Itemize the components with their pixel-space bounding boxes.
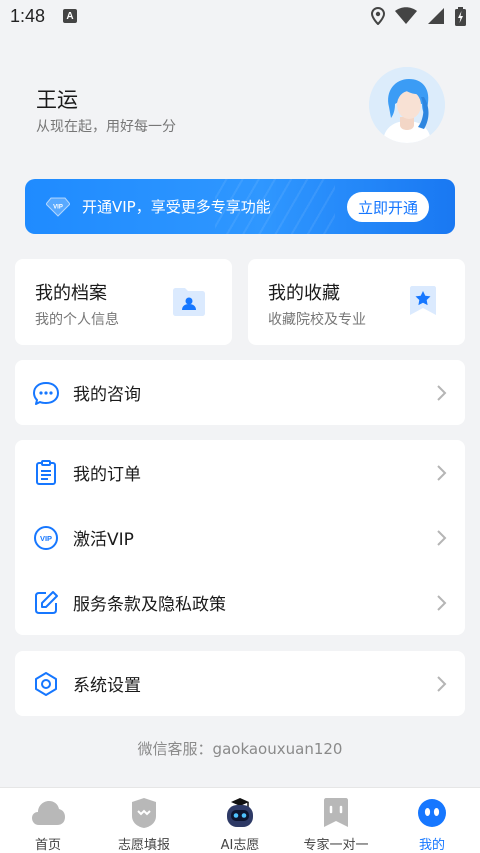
wifi-icon bbox=[395, 7, 417, 24]
settings-card: 系统设置 bbox=[15, 651, 465, 716]
my-favorites-card[interactable]: 我的收藏 收藏院校及专业 bbox=[248, 259, 465, 345]
vip-icon-text: VIP bbox=[40, 534, 52, 543]
menu-item-settings[interactable]: 系统设置 bbox=[15, 651, 465, 716]
tab-ai-label: AI志愿 bbox=[220, 838, 260, 853]
consult-card: 我的咨询 bbox=[15, 360, 465, 425]
location-icon bbox=[371, 7, 385, 25]
star-bookmark-icon bbox=[410, 286, 436, 315]
vip-diamond-text: VIP bbox=[53, 204, 63, 210]
settings-label: 系统设置 bbox=[73, 676, 141, 696]
tab-home-label: 首页 bbox=[34, 838, 61, 853]
orders-card: 我的订单 VIP 激活VIP 服务条款及隐私政策 bbox=[15, 440, 465, 635]
terms-label: 服务条款及隐私政策 bbox=[73, 595, 226, 615]
tab-home[interactable]: 首页 bbox=[0, 788, 96, 853]
tab-expert[interactable]: 专家一对一 bbox=[288, 788, 384, 853]
robot-icon bbox=[227, 798, 253, 827]
tab-me-label: 我的 bbox=[418, 838, 445, 853]
consult-label: 我的咨询 bbox=[73, 385, 141, 405]
menu-item-terms[interactable]: 服务条款及隐私政策 bbox=[15, 570, 465, 635]
notification-a-icon: A bbox=[63, 9, 78, 23]
chat-bubble-icon bbox=[33, 381, 59, 405]
status-time: 1:48 bbox=[10, 5, 46, 26]
menu-item-orders[interactable]: 我的订单 bbox=[15, 440, 465, 505]
battery-icon bbox=[455, 6, 466, 26]
orders-label: 我的订单 bbox=[73, 465, 141, 485]
my-favorites-subtitle: 收藏院校及专业 bbox=[268, 312, 366, 328]
bottom-tab-bar: 首页 志愿填报 AI志愿 专家一对一 我的 bbox=[0, 787, 480, 853]
open-vip-button[interactable]: 立即开通 bbox=[347, 192, 429, 222]
avatar[interactable] bbox=[369, 67, 445, 143]
settings-hexagon-icon bbox=[35, 671, 57, 696]
profile-header: 王运 从现在起，用好每一分 bbox=[0, 60, 480, 160]
profile-folder-icon bbox=[173, 288, 205, 316]
tab-expert-label: 专家一对一 bbox=[303, 838, 369, 853]
menu-item-consult[interactable]: 我的咨询 bbox=[15, 360, 465, 425]
edit-icon bbox=[35, 590, 58, 614]
chevron-right-icon bbox=[437, 464, 447, 481]
user-motto: 从现在起，用好每一分 bbox=[36, 119, 176, 135]
me-icon bbox=[418, 799, 446, 827]
chevron-right-icon bbox=[437, 529, 447, 546]
wechat-service-text: 微信客服：gaokaouxuan120 bbox=[137, 740, 343, 758]
user-name: 王运 bbox=[36, 88, 78, 112]
menu-item-activate-vip[interactable]: VIP 激活VIP bbox=[15, 505, 465, 570]
cloud-home-icon bbox=[32, 801, 65, 825]
my-favorites-title: 我的收藏 bbox=[268, 283, 340, 304]
status-bar: 1:48 A bbox=[0, 0, 480, 32]
chevron-right-icon bbox=[437, 675, 447, 692]
my-profile-card[interactable]: 我的档案 我的个人信息 bbox=[15, 259, 232, 345]
tab-ai[interactable]: AI志愿 bbox=[192, 788, 288, 853]
vip-diamond-icon: VIP bbox=[46, 197, 70, 217]
my-profile-subtitle: 我的个人信息 bbox=[35, 312, 119, 328]
badge-icon bbox=[132, 798, 156, 828]
clipboard-icon bbox=[36, 459, 56, 485]
activate-vip-label: 激活VIP bbox=[73, 530, 134, 550]
tab-volunteer-label: 志愿填报 bbox=[117, 838, 170, 853]
chevron-right-icon bbox=[437, 594, 447, 611]
vip-banner-text: 开通VIP，享受更多专享功能 bbox=[82, 198, 271, 216]
tab-me[interactable]: 我的 bbox=[384, 788, 480, 853]
vip-icon: VIP bbox=[34, 525, 58, 550]
avatar-illustration bbox=[369, 67, 445, 143]
my-profile-title: 我的档案 bbox=[35, 283, 107, 304]
tab-volunteer[interactable]: 志愿填报 bbox=[96, 788, 192, 853]
signal-icon bbox=[428, 8, 444, 24]
vip-banner[interactable]: VIP 开通VIP，享受更多专享功能 立即开通 bbox=[25, 179, 455, 234]
bookmark-icon bbox=[324, 798, 348, 827]
chevron-right-icon bbox=[437, 384, 447, 401]
